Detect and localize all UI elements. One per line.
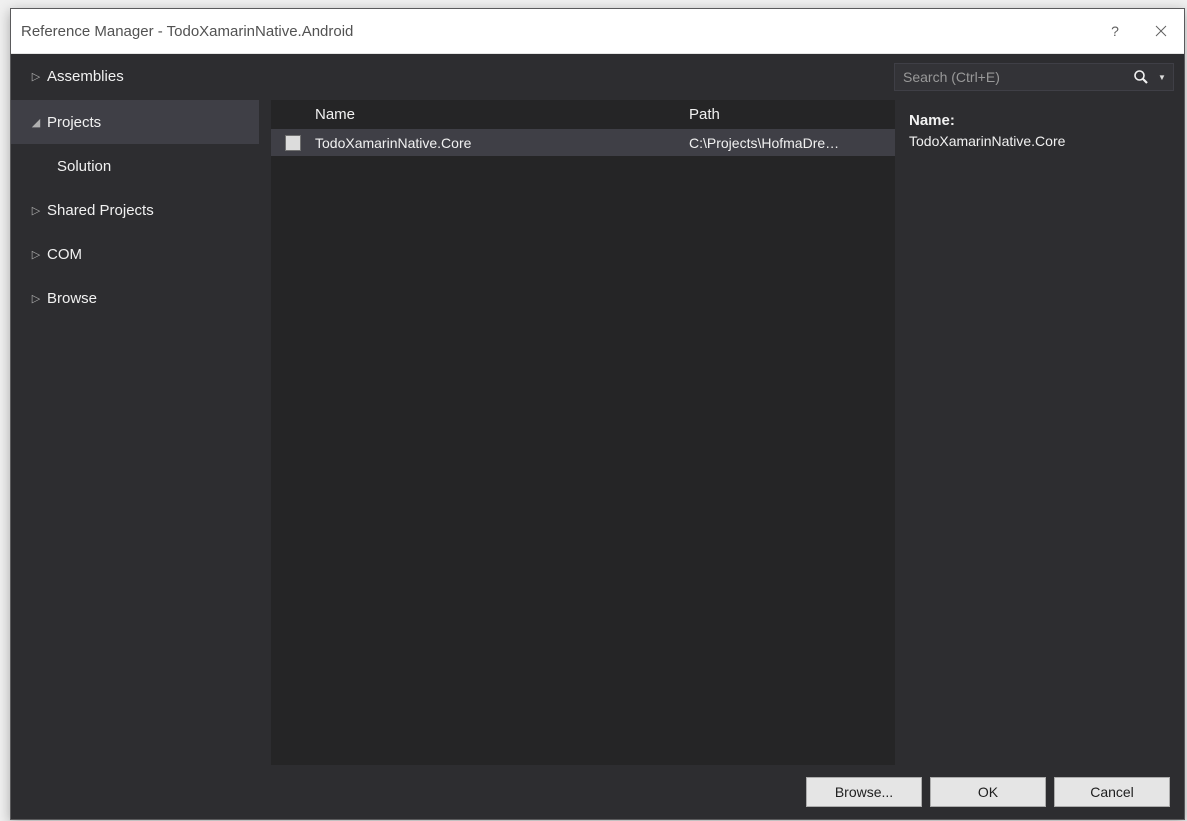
browse-button[interactable]: Browse... [806,777,922,807]
sidebar-item-com[interactable]: ▷ COM [11,232,259,276]
sidebar-subitem-solution[interactable]: Solution [11,144,259,188]
top-strip: ▷ Assemblies ▼ [11,54,1184,100]
titlebar-controls: ? [1092,9,1184,54]
row-name: TodoXamarinNative.Core [315,135,683,151]
main-area: ◢ Projects Solution ▷ Shared Projects ▷ … [11,100,1184,765]
column-header-name[interactable]: Name [315,106,683,123]
chevron-right-icon: ▷ [29,70,43,83]
table-row[interactable]: TodoXamarinNative.Core C:\Projects\Hofma… [271,130,895,156]
footer: Browse... OK Cancel [11,765,1184,819]
sidebar-label: Browse [47,290,97,307]
sidebar-label: Shared Projects [47,202,154,219]
sidebar-item-assemblies[interactable]: ▷ Assemblies [11,54,256,98]
sidebar-label: Projects [47,114,101,131]
row-path: C:\Projects\HofmaDre… [683,135,895,151]
reference-manager-dialog: Reference Manager - TodoXamarinNative.An… [10,8,1185,820]
dialog-body: ▷ Assemblies ▼ [11,54,1184,819]
search-box[interactable]: ▼ [894,63,1174,91]
sidebar: ◢ Projects Solution ▷ Shared Projects ▷ … [11,100,259,765]
search-icon[interactable] [1131,69,1151,85]
details-name-label: Name: [909,112,1174,129]
sidebar-label: Assemblies [47,68,124,85]
sidebar-label: COM [47,246,82,263]
row-checkbox[interactable] [285,135,301,151]
search-dropdown-icon[interactable]: ▼ [1157,73,1167,82]
help-icon: ? [1111,23,1119,39]
chevron-right-icon: ▷ [29,292,43,305]
column-header-path[interactable]: Path [683,106,895,123]
cancel-button[interactable]: Cancel [1054,777,1170,807]
columns-header: Name Path [271,100,895,130]
close-icon [1155,25,1167,37]
sidebar-sub-label: Solution [57,158,111,175]
help-button[interactable]: ? [1092,9,1138,54]
details-panel: Name: TodoXamarinNative.Core [899,100,1184,765]
titlebar: Reference Manager - TodoXamarinNative.An… [11,9,1184,54]
ok-button[interactable]: OK [930,777,1046,807]
details-name-value: TodoXamarinNative.Core [909,133,1174,149]
sidebar-item-projects[interactable]: ◢ Projects [11,100,259,144]
close-button[interactable] [1138,9,1184,54]
sidebar-item-shared-projects[interactable]: ▷ Shared Projects [11,188,259,232]
sidebar-item-browse[interactable]: ▷ Browse [11,276,259,320]
chevron-right-icon: ▷ [29,248,43,261]
reference-list: Name Path TodoXamarinNative.Core C:\Proj… [271,100,895,765]
chevron-right-icon: ▷ [29,204,43,217]
window-title: Reference Manager - TodoXamarinNative.An… [21,23,1092,40]
search-input[interactable] [901,68,1131,86]
chevron-down-icon: ◢ [29,116,43,129]
